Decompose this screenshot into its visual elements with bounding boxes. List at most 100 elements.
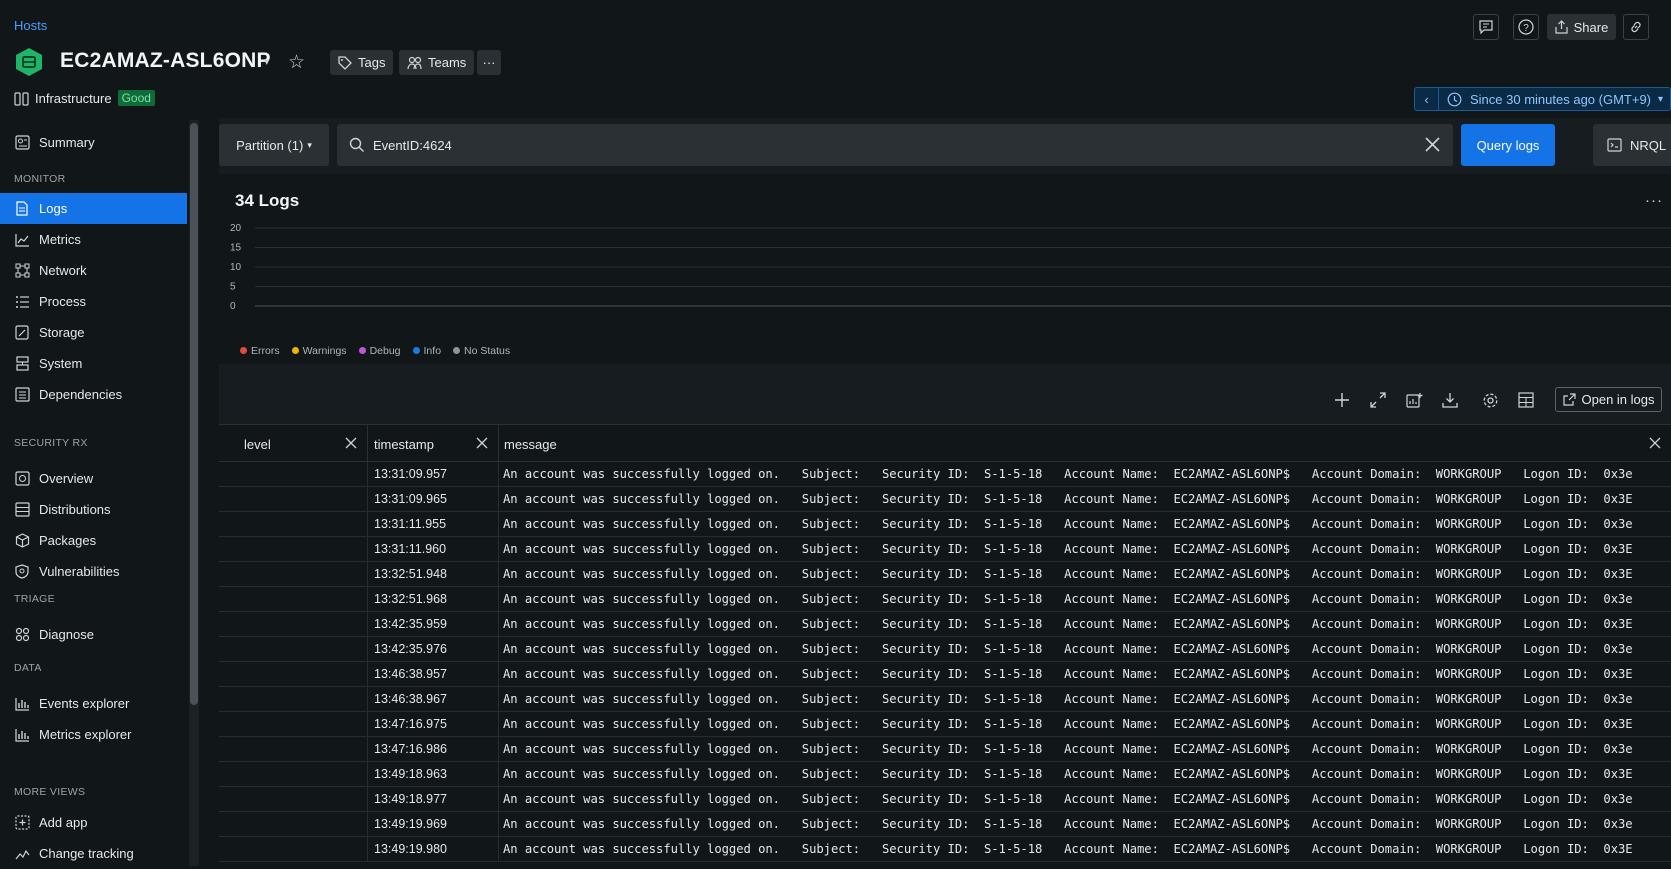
chart-legend: Errors Warnings Debug Info No Status — [240, 345, 510, 357]
copy-link-icon[interactable] — [1623, 14, 1649, 40]
log-query-field[interactable] — [337, 124, 1453, 166]
sidebar-item-label: Events explorer — [39, 696, 130, 711]
entity-name[interactable]: EC2AMAZ-ASL6ONP — [60, 49, 271, 73]
table-row[interactable]: 13:31:09.957 An account was successfully … — [219, 462, 1671, 487]
message-cell: An account was successfully logged on. S… — [503, 492, 1633, 506]
sidebar-item-label: Vulnerabilities — [39, 564, 120, 579]
sidebar-item-label: Storage — [39, 325, 85, 340]
add-column-icon[interactable] — [1331, 389, 1353, 411]
log-count-title: 34 Logs — [235, 191, 300, 210]
level-cell — [219, 662, 368, 687]
close-icon[interactable] — [1424, 136, 1441, 153]
sidebar-item-add-app[interactable]: Add app — [0, 807, 187, 838]
level-cell — [219, 637, 368, 662]
sidebar-item-distributions[interactable]: Distributions — [0, 494, 187, 525]
sidebar-item-logs[interactable]: Logs — [0, 193, 187, 224]
infrastructure-icon — [14, 91, 29, 106]
message-cell: An account was successfully logged on. S… — [503, 542, 1633, 556]
sidebar-item-packages[interactable]: Packages — [0, 525, 187, 556]
sidebar-item-system[interactable]: System — [0, 348, 187, 379]
download-icon[interactable] — [1439, 389, 1461, 411]
table-row[interactable]: 13:32:51.948 An account was successfully … — [219, 562, 1671, 587]
close-icon[interactable] — [476, 437, 488, 449]
column-header-message[interactable]: message — [499, 425, 1671, 463]
gear-icon[interactable] — [1479, 389, 1501, 411]
table-options-icon[interactable] — [1515, 389, 1537, 411]
timestamp-cell: 13:46:38.957 — [374, 667, 447, 681]
column-header-timestamp[interactable]: timestamp — [368, 425, 499, 463]
sidebar-item-label: Process — [39, 294, 86, 309]
sidebar-item-dependencies[interactable]: Dependencies — [0, 379, 187, 410]
help-icon[interactable]: ? — [1513, 14, 1539, 40]
favorite-star-icon[interactable]: ☆ — [288, 51, 305, 74]
expand-icon[interactable] — [1367, 389, 1389, 411]
table-row[interactable]: 13:47:16.986 An account was successfully … — [219, 737, 1671, 762]
table-row[interactable]: 13:31:11.955 An account was successfully … — [219, 512, 1671, 537]
query-logs-button[interactable]: Query logs — [1461, 124, 1555, 166]
table-row[interactable]: 13:49:19.980 An account was successfully … — [219, 837, 1671, 862]
close-icon[interactable] — [1649, 437, 1661, 449]
time-range-label: Since 30 minutes ago (GMT+9) — [1470, 91, 1651, 107]
table-row[interactable]: 13:46:38.967 An account was successfully … — [219, 687, 1671, 712]
table-row[interactable]: 13:32:51.968 An account was successfully … — [219, 587, 1671, 612]
legend-no-status[interactable]: No Status — [453, 345, 510, 357]
sidebar-section-triage: TRIAGE — [14, 593, 55, 605]
column-header-level[interactable]: level — [219, 425, 368, 463]
table-row[interactable]: 13:46:38.957 An account was successfully … — [219, 662, 1671, 687]
legend-debug[interactable]: Debug — [358, 345, 401, 357]
table-row[interactable]: 13:42:35.976 An account was successfully … — [219, 637, 1671, 662]
close-icon[interactable] — [345, 437, 357, 449]
table-row[interactable]: 13:49:19.969 An account was successfully … — [219, 812, 1671, 837]
sidebar-scroll-thumb[interactable] — [190, 123, 198, 705]
legend-errors[interactable]: Errors — [240, 345, 280, 357]
chevron-left-icon[interactable]: ‹ — [1415, 88, 1439, 110]
sidebar-item-storage[interactable]: Storage — [0, 317, 187, 348]
time-picker[interactable]: ‹ Since 30 minutes ago (GMT+9) ▾ — [1414, 87, 1671, 111]
sidebar-item-metrics[interactable]: Metrics — [0, 224, 187, 255]
legend-warnings[interactable]: Warnings — [291, 345, 347, 357]
table-row[interactable]: 13:42:35.959 An account was successfully … — [219, 612, 1671, 637]
message-cell: An account was successfully logged on. S… — [503, 642, 1633, 656]
more-actions-button[interactable]: ··· — [477, 50, 501, 75]
partition-dropdown[interactable]: Partition (1) ▾ — [219, 124, 329, 166]
sidebar-item-metrics-explorer[interactable]: Metrics explorer — [0, 719, 187, 750]
sidebar-item-events-explorer[interactable]: Events explorer — [0, 688, 187, 719]
sidebar-item-summary[interactable]: Summary — [0, 127, 187, 158]
sidebar-item-change-tracking[interactable]: Change tracking — [0, 838, 187, 869]
chevron-down-icon[interactable]: ▾ — [264, 55, 270, 68]
timestamp-cell: 13:49:19.980 — [374, 842, 447, 856]
nrql-label: NRQL — [1630, 137, 1667, 153]
sidebar-item-network[interactable]: Network — [0, 255, 187, 286]
level-cell — [219, 762, 368, 787]
timestamp-cell: 13:49:18.963 — [374, 767, 447, 781]
legend-dot — [412, 347, 420, 354]
teams-button[interactable]: Teams — [399, 50, 475, 75]
table-row[interactable]: 13:49:18.977 An account was successfully … — [219, 787, 1671, 812]
table-row[interactable]: 13:47:16.975 An account was successfully … — [219, 712, 1671, 737]
table-row[interactable]: 13:49:18.963 An account was successfully … — [219, 762, 1671, 787]
query-input[interactable] — [373, 137, 1373, 153]
table-row[interactable]: 13:31:09.965 An account was successfully … — [219, 487, 1671, 512]
y-tick-label: 15 — [230, 243, 242, 254]
sidebar-section-monitor: MONITOR — [14, 173, 66, 185]
legend-label: Debug — [369, 345, 401, 357]
add-to-dashboard-icon[interactable] — [1403, 389, 1425, 411]
breadcrumb-hosts[interactable]: Hosts — [14, 18, 47, 33]
message-cell: An account was successfully logged on. S… — [503, 517, 1633, 531]
sidebar-item-vulnerabilities[interactable]: Vulnerabilities — [0, 556, 187, 587]
sidebar-item-diagnose[interactable]: Diagnose — [0, 619, 187, 650]
feedback-icon[interactable] — [1473, 14, 1499, 40]
open-in-logs-button[interactable]: Open in logs — [1555, 387, 1662, 412]
share-button[interactable]: Share — [1547, 14, 1616, 40]
chart-more-options-icon[interactable]: ··· — [1645, 192, 1663, 209]
sidebar-item-process[interactable]: Process — [0, 286, 187, 317]
terminal-icon — [1607, 138, 1622, 152]
message-cell: An account was successfully logged on. S… — [503, 842, 1633, 856]
tags-button[interactable]: Tags — [330, 50, 394, 75]
partition-label: Partition (1) — [236, 137, 304, 153]
level-cell — [219, 512, 368, 537]
nrql-button[interactable]: NRQL — [1593, 124, 1671, 166]
legend-info[interactable]: Info — [412, 345, 441, 357]
sidebar-item-overview[interactable]: Overview — [0, 463, 187, 494]
table-row[interactable]: 13:31:11.960 An account was successfully … — [219, 537, 1671, 562]
